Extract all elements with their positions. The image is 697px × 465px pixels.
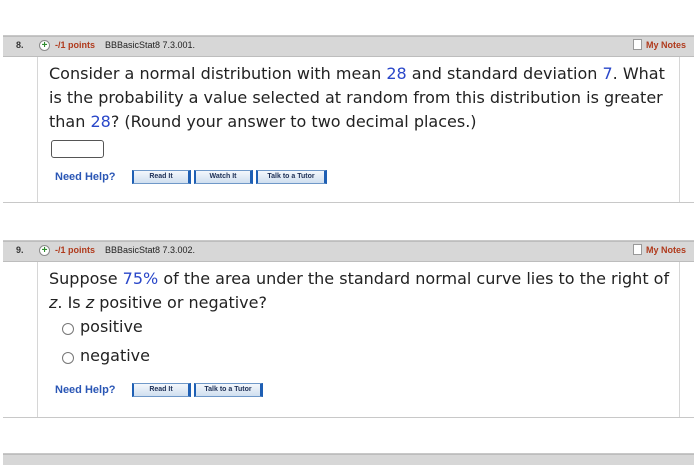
points-label: -/1 points xyxy=(55,40,95,50)
threshold-value: 28 xyxy=(90,112,111,131)
option-negative-label[interactable]: negative xyxy=(80,346,150,365)
my-notes-label[interactable]: My Notes xyxy=(646,245,686,255)
question-number: 9. xyxy=(16,245,24,255)
question-number: 8. xyxy=(16,40,24,50)
question-text-part: Suppose xyxy=(49,269,123,288)
my-notes-button[interactable]: My Notes xyxy=(632,39,686,50)
question-8-text: Consider a normal distribution with mean… xyxy=(49,62,679,134)
talk-to-tutor-button[interactable]: Talk to a Tutor xyxy=(256,170,327,184)
points-label: -/1 points xyxy=(55,245,95,255)
z-variable: z xyxy=(85,293,95,312)
question-9-header: 9. + -/1 points BBBasicStat8 7.3.002. My… xyxy=(3,241,694,262)
question-9-text: Suppose 75% of the area under the standa… xyxy=(49,267,679,315)
question-8-right-guide xyxy=(679,57,680,202)
radio-negative[interactable] xyxy=(62,352,74,364)
need-help-label: Need Help? xyxy=(55,384,116,396)
question-text-part: Consider a normal distribution with mean xyxy=(49,64,387,83)
question-text-part: and standard deviation xyxy=(406,64,603,83)
my-notes-button[interactable]: My Notes xyxy=(632,244,686,255)
question-text-part: ? (Round your answer to two decimal plac… xyxy=(110,112,477,131)
read-it-button[interactable]: Read It xyxy=(132,170,191,184)
sd-value: 7 xyxy=(602,64,613,83)
question-text-part: positive or negative? xyxy=(94,293,267,312)
watch-it-button[interactable]: Watch It xyxy=(194,170,253,184)
my-notes-label[interactable]: My Notes xyxy=(646,40,686,50)
question-8-header: 8. + -/1 points BBBasicStat8 7.3.001. My… xyxy=(3,36,694,57)
talk-to-tutor-button[interactable]: Talk to a Tutor xyxy=(194,383,263,397)
notes-checkbox-icon[interactable] xyxy=(632,244,642,255)
option-positive-label[interactable]: positive xyxy=(80,317,143,336)
question-8-left-guide xyxy=(37,57,38,202)
question-9-right-guide xyxy=(679,262,680,417)
question-text-part: . Is xyxy=(57,293,86,312)
question-10-header xyxy=(3,454,694,465)
expand-plus-icon[interactable]: + xyxy=(39,40,50,51)
question-source: BBBasicStat8 7.3.002. xyxy=(105,245,196,255)
mean-value: 28 xyxy=(386,64,407,83)
question-9-bottom-border xyxy=(3,417,694,418)
question-source: BBBasicStat8 7.3.001. xyxy=(105,40,196,50)
expand-plus-icon[interactable]: + xyxy=(39,245,50,256)
answer-input[interactable] xyxy=(51,140,104,158)
notes-checkbox-icon[interactable] xyxy=(632,39,642,50)
radio-positive[interactable] xyxy=(62,323,74,335)
question-9-left-guide xyxy=(37,262,38,417)
need-help-label: Need Help? xyxy=(55,171,116,183)
percent-value: 75% xyxy=(122,269,159,288)
question-8-bottom-border xyxy=(3,202,694,203)
read-it-button[interactable]: Read It xyxy=(132,383,191,397)
question-text-part: of the area under the standard normal cu… xyxy=(158,269,670,288)
